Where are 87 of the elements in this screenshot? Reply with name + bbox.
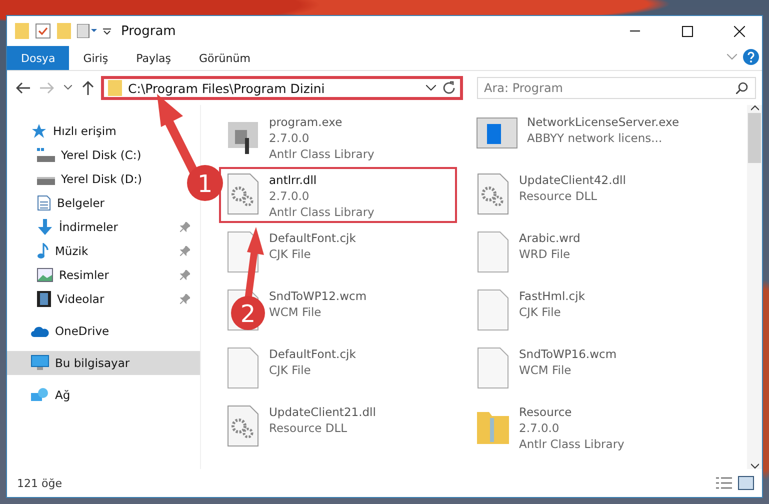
ribbon-tab[interactable]: Giriş <box>69 46 122 70</box>
file-detail: 2.7.0.0 <box>269 130 310 146</box>
pin-icon <box>180 222 190 232</box>
sidebar-item[interactable]: Hızlı erişim <box>7 119 126 143</box>
gear-file-icon <box>475 172 511 216</box>
music-note-icon <box>37 243 49 259</box>
window-title: Program <box>121 24 176 38</box>
scrollbar[interactable] <box>747 105 762 469</box>
pin-icon <box>180 246 190 256</box>
file-detail: Antlr Class Library <box>519 436 624 452</box>
file-detail: Resource DLL <box>269 420 348 436</box>
item-count: 121 öğe <box>17 476 63 490</box>
properties-icon[interactable] <box>77 24 97 38</box>
file-detail: ABBYY network licens... <box>527 130 664 146</box>
file-name[interactable]: UpdateClient21.dll <box>269 404 376 420</box>
selected-file-item[interactable]: antlrr.dll 2.7.0.0 Antlr Class Library <box>219 167 457 223</box>
ribbon-tab[interactable]: Paylaş <box>122 46 185 70</box>
scroll-thumb[interactable] <box>748 113 761 163</box>
caret-icon[interactable] <box>426 85 436 91</box>
tiles-view-icon[interactable] <box>738 476 754 490</box>
file-detail: WCM File <box>519 362 572 378</box>
pin-icon <box>180 270 190 280</box>
cloud-icon <box>31 325 49 337</box>
caret-icon[interactable] <box>103 27 111 35</box>
file-icon <box>475 288 511 332</box>
file-name[interactable]: DefaultFont.cjk <box>269 346 356 362</box>
refresh-icon[interactable] <box>442 81 456 95</box>
file-detail: Antlr Class Library <box>269 204 374 220</box>
scroll-down-icon[interactable] <box>750 463 758 469</box>
maximize-icon[interactable] <box>682 26 692 36</box>
file-detail: Antlr Class Library <box>269 146 374 162</box>
ribbon-tab[interactable]: Dosya <box>7 46 70 70</box>
network-icon <box>31 387 49 403</box>
gear-file-icon <box>225 172 261 216</box>
film-icon <box>37 291 51 307</box>
file-detail: WRD File <box>519 246 572 262</box>
search-field[interactable]: Ara: Program <box>477 77 756 99</box>
file-detail: CJK File <box>269 362 312 378</box>
sidebar-item[interactable]: Müzik <box>7 239 200 263</box>
star-icon <box>31 123 47 139</box>
file-icon <box>225 346 261 390</box>
pin-icon <box>180 294 190 304</box>
file-name[interactable]: SndToWP12.wcm <box>269 288 367 304</box>
file-name[interactable]: Arabic.wrd <box>519 230 580 246</box>
file-icon <box>475 230 511 274</box>
details-view-icon[interactable] <box>716 476 732 490</box>
file-name[interactable]: antlrr.dll <box>269 172 374 188</box>
sidebar-item[interactable]: İndirmeler <box>7 215 200 239</box>
document-icon <box>37 195 51 211</box>
file-name[interactable]: program.exe <box>269 114 374 130</box>
folder-icon <box>15 23 29 39</box>
close-icon[interactable] <box>734 26 744 36</box>
step-number: 2 <box>240 300 256 328</box>
folder-icon <box>108 80 122 96</box>
file-detail: 2.7.0.0 <box>519 420 560 436</box>
step-number: 1 <box>197 170 213 198</box>
file-name[interactable]: DefaultFont.cjk <box>269 230 356 246</box>
file-detail: WCM File <box>269 304 322 320</box>
sidebar-item[interactable]: Ağ <box>7 383 80 407</box>
sidebar-item[interactable]: OneDrive <box>7 319 120 343</box>
file-name[interactable]: NetworkLicenseServer.exe <box>527 114 680 130</box>
file-name[interactable]: UpdateClient42.dll <box>519 172 626 188</box>
checklist-icon[interactable] <box>35 23 51 39</box>
file-icon <box>475 346 511 390</box>
file-detail: CJK File <box>269 246 312 262</box>
sidebar-item[interactable]: Resimler <box>7 263 200 287</box>
sidebar-item[interactable]: Belgeler <box>7 191 115 215</box>
sidebar-item[interactable]: Yerel Disk (D:) <box>7 167 152 191</box>
file-name[interactable]: SndToWP16.wcm <box>519 346 617 362</box>
sidebar-item[interactable]: Videolar <box>7 287 200 311</box>
help-icon[interactable] <box>740 46 762 68</box>
file-detail: 2.7.0.0 <box>269 188 310 204</box>
file-detail: Resource DLL <box>519 188 598 204</box>
search-icon <box>736 82 748 94</box>
sidebar-item[interactable]: Yerel Disk (C:) <box>7 143 152 167</box>
file-detail: CJK File <box>519 304 562 320</box>
download-icon <box>37 219 53 235</box>
file-name[interactable]: FastHml.cjk <box>519 288 585 304</box>
monitor-icon <box>31 355 49 371</box>
gear-file-icon <box>225 404 261 448</box>
scroll-up-icon[interactable] <box>750 105 758 111</box>
file-name[interactable]: Resource <box>519 404 624 420</box>
address-field[interactable]: C:\Program Files\Program Dizini <box>101 76 463 100</box>
ribbon-tab[interactable]: Görünüm <box>185 46 264 70</box>
sidebar-item[interactable]: Bu bilgisayar <box>7 351 200 375</box>
drive-icon <box>37 148 55 162</box>
image-icon <box>37 268 53 282</box>
